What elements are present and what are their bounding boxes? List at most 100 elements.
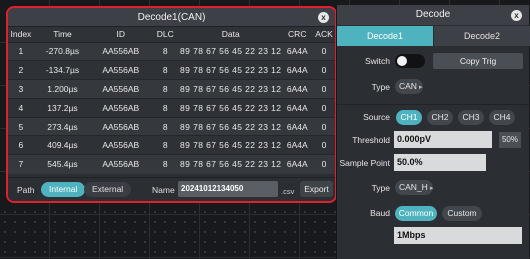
source-ch3-button[interactable]: CH3 — [458, 110, 484, 125]
decode-settings-panel: Decode x Decode1 Decode2 Switch Copy Tri… — [336, 5, 530, 259]
cell-crc: 6A4A — [281, 41, 314, 61]
source-label: Source — [363, 112, 390, 122]
baud-custom-button[interactable]: Custom — [442, 206, 482, 221]
cell-crc: 6A4A — [281, 60, 314, 80]
file-extension-label: .csv — [281, 187, 295, 196]
cell-id: AA556AB — [91, 116, 151, 136]
decode-panel-titlebar: Decode x — [337, 5, 529, 25]
cell-dlc: 8 — [150, 79, 181, 99]
name-label: Name — [152, 185, 175, 195]
threshold-label: Threshold — [352, 135, 390, 145]
cell-time: 273.4µs — [33, 116, 92, 136]
signal-type-value: CAN_H — [399, 182, 428, 192]
cell-dlc: 8 — [150, 60, 181, 80]
cell-time: -270.8µs — [33, 41, 92, 61]
cell-dlc: 8 — [150, 135, 181, 155]
cell-time: 545.4µs — [33, 154, 92, 174]
cell-id: AA556AB — [91, 60, 151, 80]
switch-row: Switch Copy Trig — [337, 51, 530, 71]
threshold-input[interactable]: 0.000pV — [394, 131, 492, 148]
decode-table-title: Decode1(CAN) — [137, 12, 206, 23]
tab-decode1[interactable]: Decode1 — [337, 26, 433, 46]
cell-data: 89 78 67 56 45 22 23 12 — [180, 135, 282, 155]
baud-row: Baud Common Custom — [337, 203, 530, 223]
decode-tabs: Decode1 Decode2 — [337, 26, 530, 46]
cell-id: AA556AB — [91, 154, 151, 174]
export-button[interactable]: Export — [300, 181, 333, 197]
baud-common-button[interactable]: Common — [395, 206, 437, 221]
cell-data: 89 78 67 56 45 22 23 12 — [180, 79, 282, 99]
cell-crc: 6A4A — [281, 79, 314, 99]
source-ch1-button[interactable]: CH1 — [396, 110, 422, 125]
cell-ack: 0 — [313, 60, 335, 80]
table-row[interactable]: 4 137.2µs AA556AB 8 89 78 67 56 45 22 23 12 6… — [8, 97, 335, 118]
chevron-down-icon: ▸ — [429, 185, 434, 192]
table-row[interactable]: 1 -270.8µs AA556AB 8 89 78 67 56 45 22 23 12… — [8, 41, 335, 61]
column-header-dlc: DLC — [150, 27, 181, 42]
bus-type-value: CAN — [399, 81, 417, 91]
scope-waveform-area — [0, 207, 340, 259]
decode-table: Index Time ID DLC Data CRC ACK 1 -270.8µs AA556A… — [8, 27, 335, 174]
decode-table-titlebar: Decode1(CAN) x — [8, 8, 335, 27]
table-body: 1 -270.8µs AA556AB 8 89 78 67 56 45 22 23 12… — [8, 41, 335, 174]
path-external-button[interactable]: External — [84, 182, 132, 197]
divider — [337, 104, 530, 105]
cell-ack: 0 — [313, 135, 335, 155]
sample-point-input[interactable]: 50.0% — [394, 154, 486, 171]
column-header-id: ID — [91, 27, 151, 42]
source-ch4-button[interactable]: CH4 — [489, 110, 515, 125]
bus-type-label: Type — [371, 82, 390, 92]
table-row[interactable]: 5 273.4µs AA556AB 8 89 78 67 56 45 22 23 12 6… — [8, 116, 335, 136]
close-icon[interactable]: x — [511, 10, 522, 21]
cell-time: 409.4µs — [33, 135, 92, 155]
cell-data: 89 78 67 56 45 22 23 12 — [180, 41, 282, 61]
cell-data: 89 78 67 56 45 22 23 12 — [180, 97, 282, 118]
threshold-row: Threshold 0.000pV 50% — [337, 130, 530, 150]
chevron-down-icon: ▸ — [418, 84, 423, 91]
cell-index: 6 — [8, 135, 34, 155]
cell-time: 137.2µs — [33, 97, 92, 118]
signal-type-dropdown[interactable]: CAN_H ▸ — [395, 180, 433, 195]
column-header-ack: ACK — [313, 27, 335, 42]
cell-dlc: 8 — [150, 97, 181, 118]
cell-data: 89 78 67 56 45 22 23 12 — [180, 116, 282, 136]
cell-index: 5 — [8, 116, 34, 136]
cell-id: AA556AB — [91, 97, 151, 118]
column-header-crc: CRC — [281, 27, 314, 42]
source-ch2-button[interactable]: CH2 — [427, 110, 453, 125]
tab-decode2[interactable]: Decode2 — [434, 26, 530, 46]
decode-table-window: Decode1(CAN) x Index Time ID DLC Data CRC ACK … — [6, 6, 337, 203]
table-row[interactable]: 6 409.4µs AA556AB 8 89 78 67 56 45 22 23 12 6… — [8, 135, 335, 155]
threshold-50-percent-button[interactable]: 50% — [499, 132, 521, 148]
path-label: Path — [17, 185, 35, 195]
cell-ack: 0 — [313, 41, 335, 61]
decode-panel-title: Decode — [415, 9, 451, 20]
cell-index: 2 — [8, 60, 34, 80]
baud-rate-input[interactable]: 1Mbps — [394, 227, 522, 244]
file-name-input[interactable]: 20241012134050 — [178, 181, 278, 197]
cell-dlc: 8 — [150, 116, 181, 136]
cell-ack: 0 — [313, 154, 335, 174]
decode-table-footer: Path Internal External Name 202410121340… — [8, 177, 335, 201]
cell-dlc: 8 — [150, 41, 181, 61]
table-row[interactable]: 3 1.200µs AA556AB 8 89 78 67 56 45 22 23 12 6… — [8, 79, 335, 99]
cell-crc: 6A4A — [281, 97, 314, 118]
cell-ack: 0 — [313, 116, 335, 136]
cell-data: 89 78 67 56 45 22 23 12 — [180, 154, 282, 174]
path-internal-button[interactable]: Internal — [41, 182, 86, 197]
cell-id: AA556AB — [91, 79, 151, 99]
cell-id: AA556AB — [91, 135, 151, 155]
decode-switch-toggle[interactable] — [395, 54, 425, 68]
cell-crc: 6A4A — [281, 154, 314, 174]
copy-trig-button[interactable]: Copy Trig — [433, 53, 523, 69]
bus-type-dropdown[interactable]: CAN ▸ — [395, 79, 423, 94]
signal-type-row: Type CAN_H ▸ — [337, 178, 530, 198]
close-icon[interactable]: x — [318, 12, 329, 23]
toggle-knob — [397, 56, 407, 66]
column-header-time: Time — [33, 27, 92, 42]
baud-label: Baud — [370, 208, 390, 218]
table-header-row: Index Time ID DLC Data CRC ACK — [8, 27, 335, 42]
table-row[interactable]: 2 -134.7µs AA556AB 8 89 78 67 56 45 22 23 12… — [8, 60, 335, 80]
table-row[interactable]: 7 545.4µs AA556AB 8 89 78 67 56 45 22 23 12 6… — [8, 154, 335, 174]
cell-dlc: 8 — [150, 154, 181, 174]
